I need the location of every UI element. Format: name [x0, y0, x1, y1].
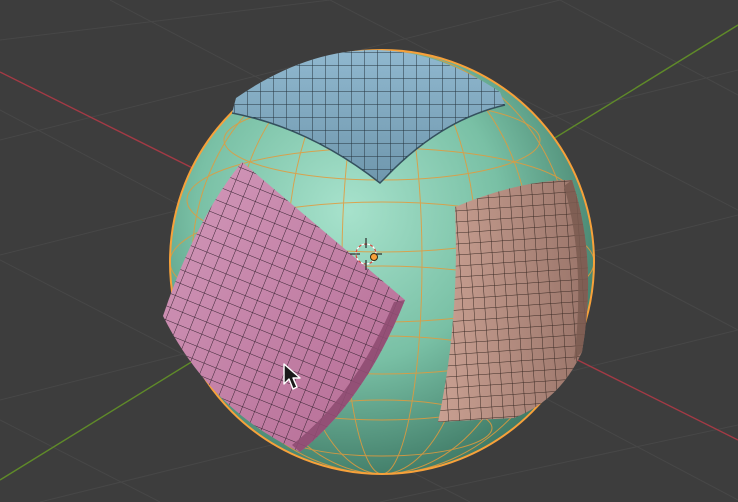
object-origin: [370, 253, 378, 261]
3d-viewport[interactable]: [0, 0, 738, 502]
viewport-scene[interactable]: [0, 0, 738, 502]
right-patch[interactable]: [438, 180, 589, 422]
mouse-pointer-icon: [283, 363, 301, 390]
